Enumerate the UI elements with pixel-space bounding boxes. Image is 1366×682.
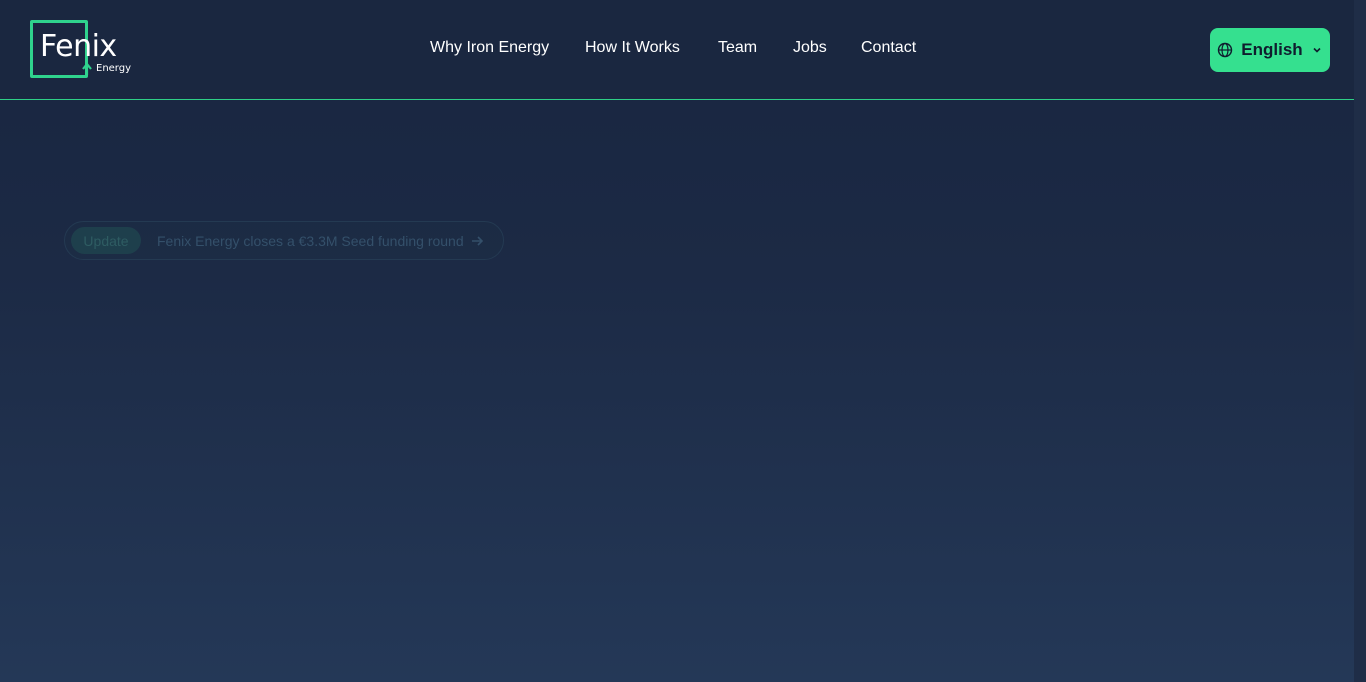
nav-team[interactable]: Team xyxy=(718,39,757,57)
fenix-logo[interactable]: Fenix Energy xyxy=(30,20,134,78)
logo-tagline: Energy xyxy=(96,63,132,74)
page-scrollbar[interactable] xyxy=(1354,0,1366,682)
update-badge: Update xyxy=(71,227,141,254)
chevron-down-icon xyxy=(1313,47,1321,53)
logo-wordmark: Fenix xyxy=(40,29,117,64)
site-header: Fenix Energy Why Iron Energy How It Work… xyxy=(0,0,1354,100)
globe-icon xyxy=(1218,42,1233,58)
announcement-text: Fenix Energy closes a €3.3M Seed funding… xyxy=(157,232,464,249)
arrow-right-icon xyxy=(470,234,484,248)
nav-jobs[interactable]: Jobs xyxy=(793,39,827,57)
nav-how-it-works[interactable]: How It Works xyxy=(585,39,680,57)
nav-contact[interactable]: Contact xyxy=(861,39,916,57)
logo-arrow-icon xyxy=(82,62,92,75)
language-selector-button[interactable]: English xyxy=(1210,28,1330,72)
announcement-banner[interactable]: Update Fenix Energy closes a €3.3M Seed … xyxy=(64,221,504,260)
nav-why-iron-energy[interactable]: Why Iron Energy xyxy=(430,39,549,57)
language-label: English xyxy=(1241,40,1303,59)
